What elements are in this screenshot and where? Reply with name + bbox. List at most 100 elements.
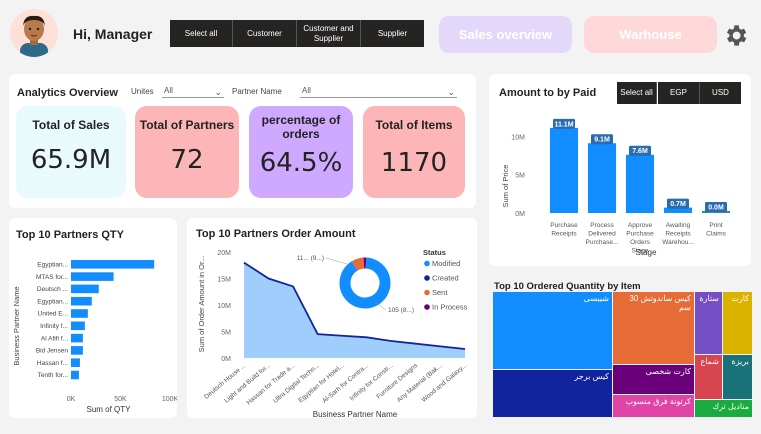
x-tick-label: 50K <box>114 396 127 403</box>
kpi-value: 72 <box>170 145 204 176</box>
x-tick-label: Infinity for Constr... <box>349 362 395 402</box>
nav-sales-overview-button[interactable]: Sales overview <box>439 16 572 53</box>
y-tick-label: Deutsch ... <box>37 286 68 293</box>
y-tick-label: Hassan f... <box>37 360 68 367</box>
partner-name-dropdown[interactable]: All ⌄ <box>300 84 457 98</box>
y-tick-label: Infinity f... <box>40 323 68 330</box>
y-tick-label: Egyptian... <box>37 262 68 269</box>
legend-marker <box>424 304 430 310</box>
bar <box>71 309 88 318</box>
segment-select-all[interactable]: Select all <box>170 20 233 47</box>
bar <box>625 154 655 213</box>
donut-slice <box>351 257 365 271</box>
x-tick-label: Any Material (Bak... <box>396 362 444 404</box>
x-tick-label: Deutsch House ... <box>203 362 247 401</box>
kpi-label: Total of Sales <box>32 118 110 132</box>
treemap-cell[interactable]: مناديل ترك <box>695 400 752 417</box>
legend-marker <box>424 260 430 267</box>
treemap-cell-label: كارت شخصى <box>645 367 691 376</box>
chevron-down-icon: ⌄ <box>214 87 222 97</box>
treemap-cell[interactable]: شيبسى <box>493 292 612 369</box>
legend-title: Status <box>423 248 446 257</box>
y-tick-label: 10M <box>217 303 231 310</box>
x-tick-label: Purchase <box>550 222 578 229</box>
currency-select-all-button[interactable]: Select all <box>617 82 657 104</box>
data-label: 7.6M <box>632 148 648 155</box>
partner-name-value: All <box>302 86 311 95</box>
order-amount-chart: 0M 5M 10M 15M 20M Sum of Order Amount in Or..… <box>197 248 469 418</box>
x-axis-title: Sum of QTY <box>86 405 131 414</box>
treemap-cell[interactable]: شماع <box>695 355 722 399</box>
treemap-cell[interactable]: ستارة <box>695 292 722 354</box>
bar <box>71 333 83 343</box>
segment-customer[interactable]: Customer <box>233 20 297 47</box>
currency-egp-button[interactable]: EGP <box>658 82 700 104</box>
treemap-cell[interactable]: كيس برجر <box>493 370 612 417</box>
bar <box>71 260 155 269</box>
y-tick-label: MTAS for... <box>36 274 68 281</box>
y-tick-label: 0M <box>515 211 525 218</box>
x-tick-label: 0K <box>67 396 76 403</box>
x-tick-label: Purchase <box>626 231 654 238</box>
x-tick-label: Purchase... <box>586 239 619 246</box>
unites-dropdown[interactable]: All ⌄ <box>162 84 224 98</box>
partner-name-label: Partner Name <box>232 87 282 96</box>
segment-customer-and-supplier[interactable]: Customer and Supplier <box>297 20 361 47</box>
y-tick-label: Egyptian... <box>37 298 68 305</box>
chevron-down-icon: ⌄ <box>447 87 455 97</box>
x-tick-label: Warehou... <box>662 239 694 246</box>
x-tick-label: Claims <box>706 231 727 238</box>
x-tick-label: Furniture Designs <box>375 362 419 401</box>
treemap-cell[interactable]: كارت <box>723 292 752 354</box>
bar <box>71 284 99 294</box>
x-tick-label: Receipts <box>551 231 577 238</box>
y-tick-label: United E... <box>38 311 69 318</box>
treemap-cell-label: كارت <box>731 294 749 303</box>
kpi-value: 1170 <box>380 148 448 179</box>
x-tick-label: Orders <box>630 239 651 246</box>
kpi-label: Total of Partners <box>139 118 235 132</box>
treemap-cell[interactable]: كيس ساندوتش 30 سم <box>613 292 694 364</box>
bar <box>71 296 92 306</box>
x-tick-label: 100K <box>162 396 177 403</box>
data-label: 0.7M <box>670 201 686 208</box>
currency-usd-button[interactable]: USD <box>700 82 741 104</box>
legend-marker <box>424 275 430 281</box>
x-tick-label: Receipts <box>665 231 691 238</box>
legend-label: In Process <box>432 303 468 312</box>
ordered-qty-treemap: شيبسى كيس برجر كيس ساندوتش 30 سم كارت شخصى ك… <box>493 292 753 418</box>
x-tick-label: Approve <box>628 222 653 229</box>
data-label: 11.1M <box>554 121 573 128</box>
amount-paid-title: Amount to by Paid <box>499 87 597 99</box>
donut-label: 105 (8...) <box>388 307 414 314</box>
unites-value: All <box>164 86 173 95</box>
x-tick-label: Wood and Galaxy... <box>421 362 469 404</box>
treemap-cell-label: كيس ساندوتش 30 سم <box>629 294 691 312</box>
y-tick-label: Tenth for... <box>38 372 69 379</box>
treemap-cell[interactable]: كارت شخصى <box>613 365 694 394</box>
x-tick-label: Awaiting <box>666 222 691 229</box>
y-axis-title: Business Partner Name <box>12 286 21 365</box>
y-axis-title: Sum of Order Amount in Or... <box>197 256 206 353</box>
x-tick-label: Delivered <box>588 231 616 238</box>
y-tick-label: 10M <box>511 134 525 141</box>
greeting: Hi, Manager <box>73 26 153 42</box>
y-tick-label: 0M <box>221 356 231 363</box>
treemap-cell[interactable]: كرتونة فرق منسوب <box>613 395 694 417</box>
legend-marker <box>424 289 430 296</box>
x-tick-label: Al-Sarh for Contra... <box>321 362 370 405</box>
x-axis-title: Business Partner Name <box>313 410 398 418</box>
segment-supplier[interactable]: Supplier <box>361 20 424 47</box>
settings-gear-icon[interactable] <box>722 22 749 49</box>
bar <box>71 272 114 281</box>
x-axis-title: Stage <box>636 248 657 257</box>
nav-warehouse-button[interactable]: Warhouse <box>584 16 717 53</box>
amount-paid-chart: 0M 5M 10M Sum of Price 11.1M Purchase Receipts… <box>501 118 731 257</box>
bar <box>71 358 80 367</box>
kpi-value: 64.5% <box>259 147 343 178</box>
kpi-label: Total of Items <box>375 118 453 132</box>
y-tick-label: 15M <box>217 277 231 284</box>
treemap-cell[interactable]: بريزة <box>723 355 752 399</box>
treemap-cell-label: كرتونة فرق منسوب <box>625 397 692 406</box>
y-tick-label: 5M <box>515 173 525 180</box>
